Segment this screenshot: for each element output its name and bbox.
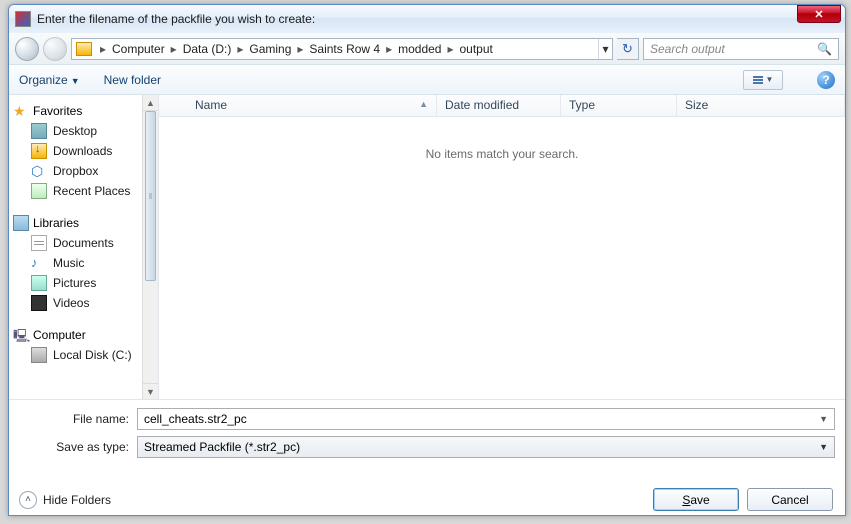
breadcrumb-seg[interactable]: Saints Row 4: [307, 42, 382, 56]
chevron-down-icon[interactable]: ▼: [819, 442, 828, 452]
tree-group-favorites[interactable]: ★Favorites: [13, 101, 158, 121]
chevron-right-icon[interactable]: ▸: [382, 42, 396, 56]
breadcrumb-seg[interactable]: modded: [396, 42, 443, 56]
save-fields: File name: cell_cheats.str2_pc▼ Save as …: [9, 399, 845, 470]
breadcrumb-seg[interactable]: output: [457, 42, 494, 56]
titlebar[interactable]: Enter the filename of the packfile you w…: [9, 5, 845, 33]
column-name[interactable]: Name▲: [187, 95, 437, 116]
chevron-right-icon[interactable]: ▸: [233, 42, 247, 56]
cancel-button[interactable]: Cancel: [747, 488, 833, 511]
file-list[interactable]: Name▲ Date modified Type Size No items m…: [159, 95, 845, 399]
chevron-right-icon[interactable]: ▸: [96, 42, 110, 56]
tree-group-libraries[interactable]: Libraries: [13, 213, 158, 233]
empty-message: No items match your search.: [159, 117, 845, 161]
address-bar: ▸ Computer ▸ Data (D:) ▸ Gaming ▸ Saints…: [9, 33, 845, 65]
tree-item-recent[interactable]: Recent Places: [13, 181, 158, 201]
tree-item-local-disk[interactable]: Local Disk (C:): [13, 345, 158, 365]
help-button[interactable]: ?: [817, 71, 835, 89]
recent-icon: [31, 183, 47, 199]
downloads-icon: [31, 143, 47, 159]
search-icon[interactable]: 🔍: [817, 42, 832, 56]
list-view-icon: [753, 76, 763, 84]
tree-item-music[interactable]: ♪Music: [13, 253, 158, 273]
chevron-down-icon[interactable]: ▼: [819, 414, 828, 424]
folder-icon: [76, 42, 92, 56]
toolbar: Organize▼ New folder ▼ ?: [9, 65, 845, 95]
sort-asc-icon: ▲: [419, 99, 428, 109]
new-folder-button[interactable]: New folder: [104, 73, 161, 87]
save-button[interactable]: Save: [653, 488, 739, 511]
column-size[interactable]: Size: [677, 95, 845, 116]
column-date[interactable]: Date modified: [437, 95, 561, 116]
save-dialog: Enter the filename of the packfile you w…: [8, 4, 846, 516]
desktop-icon: [31, 123, 47, 139]
filetype-label: Save as type:: [19, 440, 137, 454]
computer-icon: 🖳: [13, 327, 29, 343]
column-type[interactable]: Type: [561, 95, 677, 116]
disk-icon: [31, 347, 47, 363]
tree-scrollbar[interactable]: ▲ ▼: [142, 95, 158, 399]
filename-input[interactable]: cell_cheats.str2_pc▼: [137, 408, 835, 430]
tree-item-pictures[interactable]: Pictures: [13, 273, 158, 293]
filetype-select[interactable]: Streamed Packfile (*.str2_pc)▼: [137, 436, 835, 458]
filename-label: File name:: [19, 412, 137, 426]
nav-tree[interactable]: ★Favorites Desktop Downloads ⬡Dropbox Re…: [9, 95, 159, 399]
window-title: Enter the filename of the packfile you w…: [37, 12, 797, 26]
breadcrumb-dropdown[interactable]: ▾: [598, 39, 612, 59]
back-button[interactable]: [15, 37, 39, 61]
chevron-right-icon[interactable]: ▸: [167, 42, 181, 56]
tree-item-dropbox[interactable]: ⬡Dropbox: [13, 161, 158, 181]
videos-icon: [31, 295, 47, 311]
view-options-button[interactable]: ▼: [743, 70, 783, 90]
organize-button[interactable]: Organize▼: [19, 73, 80, 87]
breadcrumb-seg[interactable]: Computer: [110, 42, 167, 56]
libraries-icon: [13, 215, 29, 231]
scroll-thumb[interactable]: [145, 111, 156, 281]
chevron-right-icon[interactable]: ▸: [443, 42, 457, 56]
scroll-up-icon[interactable]: ▲: [143, 95, 158, 111]
forward-button[interactable]: [43, 37, 67, 61]
collapse-icon: ˄: [19, 491, 37, 509]
hide-folders-button[interactable]: ˄ Hide Folders: [19, 491, 111, 509]
tree-group-computer[interactable]: 🖳Computer: [13, 325, 158, 345]
breadcrumb-seg[interactable]: Data (D:): [181, 42, 234, 56]
chevron-right-icon[interactable]: ▸: [293, 42, 307, 56]
breadcrumb-seg[interactable]: Gaming: [247, 42, 293, 56]
refresh-button[interactable]: ↻: [617, 38, 639, 60]
pictures-icon: [31, 275, 47, 291]
app-icon: [15, 11, 31, 27]
scroll-down-icon[interactable]: ▼: [143, 383, 158, 399]
breadcrumb[interactable]: ▸ Computer ▸ Data (D:) ▸ Gaming ▸ Saints…: [71, 38, 613, 60]
tree-item-desktop[interactable]: Desktop: [13, 121, 158, 141]
star-icon: ★: [13, 103, 29, 119]
tree-item-videos[interactable]: Videos: [13, 293, 158, 313]
close-button[interactable]: ✕: [797, 5, 841, 23]
document-icon: [31, 235, 47, 251]
dropbox-icon: ⬡: [31, 163, 47, 179]
tree-item-documents[interactable]: Documents: [13, 233, 158, 253]
music-icon: ♪: [31, 255, 47, 271]
column-headers: Name▲ Date modified Type Size: [159, 95, 845, 117]
search-placeholder: Search output: [650, 42, 725, 56]
dialog-footer: ˄ Hide Folders Save Cancel: [9, 470, 845, 517]
search-input[interactable]: Search output 🔍: [643, 38, 839, 60]
tree-item-downloads[interactable]: Downloads: [13, 141, 158, 161]
